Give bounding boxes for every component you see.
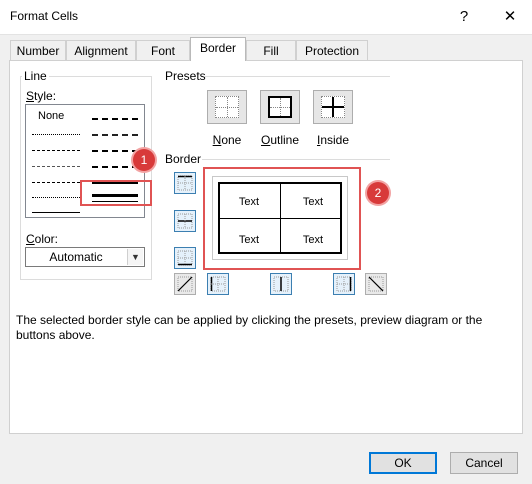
tab-border[interactable]: Border — [190, 37, 246, 61]
style-hair-line[interactable] — [32, 134, 80, 135]
callout-badge: 2 — [367, 182, 389, 204]
diagonal-down-icon — [368, 276, 384, 292]
preset-outline-label: Outline — [260, 133, 300, 147]
presets-divider — [204, 76, 390, 77]
preset-none-icon — [215, 96, 239, 118]
border-inside-horizontal-icon — [177, 213, 193, 229]
hint-text: The selected border style can be applied… — [16, 313, 483, 342]
preset-none-button[interactable] — [207, 90, 247, 124]
color-label: Color: — [26, 232, 59, 246]
window-title: Format Cells — [10, 9, 79, 23]
style-dash-dot-dot-thin[interactable] — [32, 150, 80, 151]
style-dashed-thin[interactable] — [32, 182, 80, 183]
callout-badge: 1 — [133, 149, 155, 171]
border-left-icon — [210, 276, 226, 292]
border-inside-vertical-button[interactable] — [270, 273, 292, 295]
preset-inside-icon — [321, 96, 345, 118]
border-left-button[interactable] — [207, 273, 229, 295]
ok-button[interactable]: OK — [369, 452, 437, 474]
style-thin[interactable] — [32, 212, 80, 213]
border-diagonal-down-button[interactable] — [365, 273, 387, 295]
help-button[interactable]: ? — [442, 0, 486, 34]
callout-highlight-style — [80, 180, 152, 206]
border-right-icon — [336, 276, 352, 292]
style-slant-dash-dot[interactable] — [92, 134, 138, 136]
border-bottom-icon — [177, 250, 193, 266]
preset-outline-icon — [268, 96, 292, 118]
border-title: Border — [163, 152, 204, 166]
style-medium-dash-dot[interactable] — [92, 150, 138, 152]
style-none-label: None — [38, 110, 65, 122]
border-top-icon — [177, 175, 193, 191]
style-label: Style: — [26, 89, 57, 103]
border-inside-horizontal-button[interactable] — [174, 210, 196, 232]
style-dotted[interactable] — [32, 197, 80, 198]
title-bar: Format Cells ? ✕ — [0, 0, 532, 35]
preset-outline-button[interactable] — [260, 90, 300, 124]
preset-inside-button[interactable] — [313, 90, 353, 124]
border-bottom-button[interactable] — [174, 247, 196, 269]
color-dropdown[interactable]: Automatic ▼ — [25, 247, 145, 267]
border-diagonal-up-button[interactable] — [174, 273, 196, 295]
cancel-button[interactable]: Cancel — [450, 452, 518, 474]
tab-number[interactable]: Number — [10, 40, 66, 60]
border-divider — [202, 159, 390, 160]
callout-highlight-preview — [203, 167, 361, 270]
tab-alignment[interactable]: Alignment — [66, 40, 136, 60]
border-inside-vertical-icon — [273, 276, 289, 292]
preset-inside-label: Inside — [316, 133, 350, 147]
style-medium-dash-dot-dot[interactable] — [92, 118, 138, 120]
style-dash-dot-thin[interactable] — [32, 166, 80, 167]
border-right-button[interactable] — [333, 273, 355, 295]
tab-font[interactable]: Font — [136, 40, 190, 60]
line-group-title: Line — [22, 69, 49, 83]
preset-none-label: None — [212, 133, 242, 147]
close-button[interactable]: ✕ — [488, 0, 532, 34]
tab-fill[interactable]: Fill — [246, 40, 296, 60]
border-top-button[interactable] — [174, 172, 196, 194]
presets-title: Presets — [163, 69, 208, 83]
chevron-down-icon: ▼ — [127, 249, 143, 265]
diagonal-up-icon — [177, 276, 193, 292]
color-value: Automatic — [49, 250, 103, 264]
style-medium-dashed[interactable] — [92, 166, 138, 168]
tab-protection[interactable]: Protection — [296, 40, 368, 60]
